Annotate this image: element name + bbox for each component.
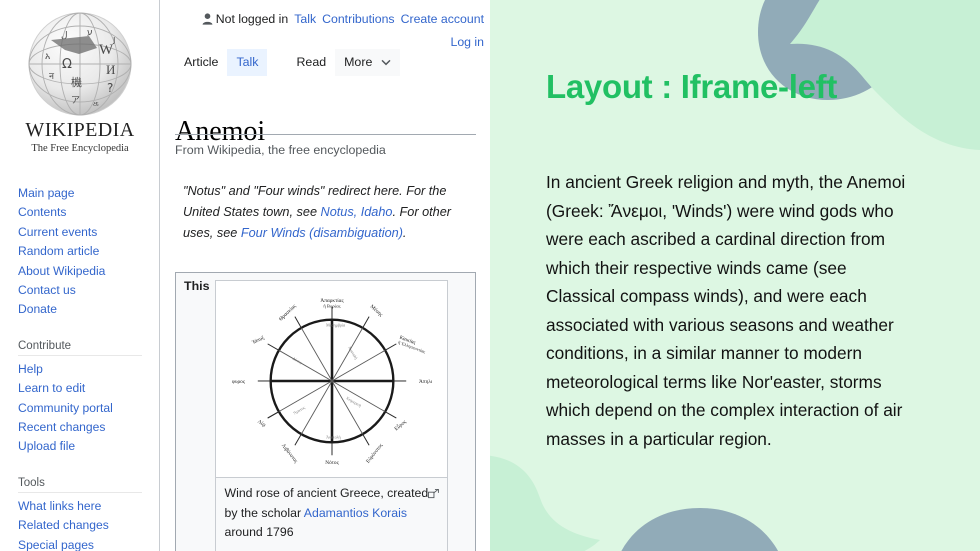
svg-text:Ἀπηλιώτης: Ἀπηλιώτης xyxy=(419,379,432,385)
infobox: This Ἀπαρκτίας ἢ Βορέας Μέσης Καικίας ἢ … xyxy=(175,272,476,551)
personal-tools: Not logged in Talk Contributions Create acc… xyxy=(202,9,484,53)
svg-text:ア: ア xyxy=(71,96,80,106)
svg-text:յ: յ xyxy=(112,35,115,45)
svg-text:Ἀνατολή: Ἀνατολή xyxy=(326,434,341,439)
sidebar-item-community-portal[interactable]: Community portal xyxy=(18,399,159,418)
sidebar-heading-contribute: Contribute xyxy=(18,336,142,356)
enlarge-icon[interactable] xyxy=(428,486,440,506)
svg-text:Ζέφυρος: Ζέφυρος xyxy=(232,379,246,385)
svg-text:አ: አ xyxy=(45,52,50,62)
hatnote: "Notus" and "Four winds" redirect here. … xyxy=(183,181,479,245)
tab-talk[interactable]: Talk xyxy=(227,49,268,76)
wind-rose-image[interactable]: Ἀπαρκτίας ἢ Βορέας Μέσης Καικίας ἢ Ἑλλησ… xyxy=(216,281,448,477)
sidebar-item-help[interactable]: Help xyxy=(18,360,159,379)
svg-text:W: W xyxy=(99,42,114,58)
wikipedia-logo[interactable]: W Ω И 機 ? አ न ע յ ل ア க WIKIPEDIA The Fr… xyxy=(0,0,160,160)
sidebar-item-learn-to-edit[interactable]: Learn to edit xyxy=(18,379,159,398)
sidebar-group-tools: Tools What links here Related changes Sp… xyxy=(0,473,159,551)
wikipedia-globe-icon: W Ω И 機 ? አ न ע յ ل ア க xyxy=(21,10,139,118)
site-sub-tagline: From Wikipedia, the free encyclopedia xyxy=(175,143,386,157)
hatnote-text-3: . xyxy=(402,226,407,241)
sidebar-item-current-events[interactable]: Current events xyxy=(18,223,159,242)
description-panel: Layout : Iframe-left In ancient Greek re… xyxy=(490,0,980,551)
sidebar-item-upload-file[interactable]: Upload file xyxy=(18,437,159,456)
sidebar-item-contents[interactable]: Contents xyxy=(18,203,159,222)
sidebar-item-related-changes[interactable]: Related changes xyxy=(18,516,159,535)
sidebar-item-recent-changes[interactable]: Recent changes xyxy=(18,418,159,437)
wikipedia-iframe: W Ω И 機 ? አ न ע յ ل ア க WIKIPEDIA The Fr… xyxy=(0,0,490,551)
infobox-image-block: Ἀπαρκτίας ἢ Βορέας Μέσης Καικίας ἢ Ἑλλησ… xyxy=(215,280,449,551)
image-caption: Wind rose of ancient Greece, created by … xyxy=(216,477,448,551)
panel-title: Layout : Iframe-left xyxy=(546,68,838,105)
tab-read[interactable]: Read xyxy=(287,49,335,76)
wikipedia-sidebar: W Ω И 機 ? አ न ע յ ل ア க WIKIPEDIA The Fr… xyxy=(0,0,160,551)
sidebar-item-donate[interactable]: Donate xyxy=(18,300,159,319)
panel-body-text: In ancient Greek religion and myth, the … xyxy=(546,172,906,449)
wikipedia-wordmark: WIKIPEDIA xyxy=(25,119,135,141)
svg-text:க: க xyxy=(93,99,99,109)
personal-link-log-in[interactable]: Log in xyxy=(450,35,484,49)
namespace-and-view-tabs: Article Talk Read More xyxy=(175,48,400,76)
wikipedia-content: Not logged in Talk Contributions Create acc… xyxy=(161,0,490,551)
svg-text:Ω: Ω xyxy=(62,57,72,72)
tab-more[interactable]: More xyxy=(335,49,400,76)
sidebar-item-what-links-here[interactable]: What links here xyxy=(18,497,159,516)
title-divider xyxy=(175,134,476,135)
personal-link-talk[interactable]: Talk xyxy=(294,12,316,26)
svg-text:Μεσημβρία: Μεσημβρία xyxy=(326,323,346,328)
sidebar-item-random-article[interactable]: Random article xyxy=(18,242,159,261)
sidebar-item-contact-us[interactable]: Contact us xyxy=(18,281,159,300)
svg-text:ἢ Βορέας: ἢ Βορέας xyxy=(323,303,340,308)
hatnote-link-notus-idaho[interactable]: Notus, Idaho xyxy=(321,205,393,219)
hatnote-link-four-winds[interactable]: Four Winds (disambiguation) xyxy=(241,226,403,240)
login-status: Not logged in xyxy=(215,12,289,26)
chevron-down-icon xyxy=(381,55,391,69)
sidebar-item-main-page[interactable]: Main page xyxy=(18,184,159,203)
sidebar-group-contribute: Contribute Help Learn to edit Community … xyxy=(0,336,159,457)
sidebar-group-navigation: Main page Contents Current events Random… xyxy=(0,184,159,320)
svg-text:И: И xyxy=(106,62,115,77)
person-icon xyxy=(202,11,213,32)
personal-link-create-account[interactable]: Create account xyxy=(401,12,484,26)
svg-text:?: ? xyxy=(107,81,113,95)
sidebar-item-special-pages[interactable]: Special pages xyxy=(18,536,159,551)
tab-article[interactable]: Article xyxy=(175,49,227,76)
infobox-label: This xyxy=(184,279,210,293)
tab-more-label: More xyxy=(344,55,373,69)
sidebar-item-about-wikipedia[interactable]: About Wikipedia xyxy=(18,262,159,281)
caption-link-adamantios-korais[interactable]: Adamantios Korais xyxy=(304,506,407,520)
sidebar-heading-tools: Tools xyxy=(18,473,142,493)
wikipedia-logo-tagline: The Free Encyclopedia xyxy=(31,143,129,154)
svg-text:Νότος: Νότος xyxy=(325,460,339,466)
caption-text-2: around 1796 xyxy=(224,525,294,539)
personal-link-contributions[interactable]: Contributions xyxy=(322,12,394,26)
page-root: W Ω И 機 ? አ न ע յ ل ア க WIKIPEDIA The Fr… xyxy=(0,0,980,551)
svg-text:機: 機 xyxy=(71,75,82,89)
